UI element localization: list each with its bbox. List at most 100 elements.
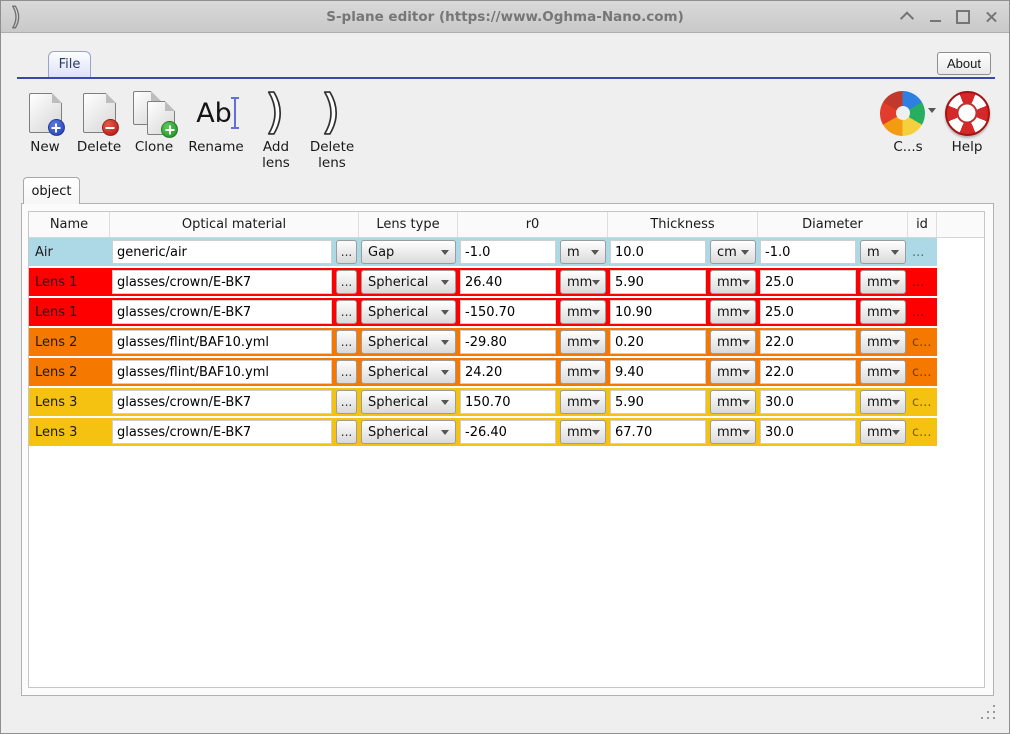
table-row: Lens 1 ... Spherical mm mm: [29, 268, 984, 296]
lens-type-select[interactable]: Spherical: [361, 330, 456, 354]
r0-unit-select[interactable]: mm: [560, 420, 606, 444]
browse-material-button[interactable]: ...: [336, 240, 357, 264]
colors-label: C...s: [893, 140, 922, 156]
diameter-input[interactable]: [760, 420, 856, 444]
new-button[interactable]: New: [19, 89, 71, 156]
r0-input[interactable]: [460, 300, 556, 324]
add-lens-button[interactable]: Add lens: [251, 89, 301, 171]
r0-unit-select[interactable]: mm: [560, 300, 606, 324]
r0-input[interactable]: [460, 420, 556, 444]
browse-cell: ...: [334, 268, 359, 296]
r0-unit-select[interactable]: m: [560, 240, 606, 264]
chevron-down-icon: [742, 340, 750, 345]
r0-input[interactable]: [460, 240, 556, 264]
clone-button[interactable]: Clone: [125, 89, 183, 156]
close-window-icon[interactable]: [983, 9, 999, 25]
lens-type-cell: Spherical: [359, 418, 458, 446]
thickness-unit-select[interactable]: mm: [710, 390, 756, 414]
lens-type-select[interactable]: Spherical: [361, 300, 456, 324]
chevron-down-icon: [891, 250, 899, 255]
optical-material-input[interactable]: [112, 300, 332, 324]
optical-material-input[interactable]: [112, 390, 332, 414]
thickness-unit-select[interactable]: cm: [710, 240, 756, 264]
diameter-input[interactable]: [760, 240, 856, 264]
r0-unit-select[interactable]: mm: [560, 390, 606, 414]
browse-material-button[interactable]: ...: [336, 300, 357, 324]
diameter-unit-select[interactable]: mm: [860, 390, 906, 414]
help-button[interactable]: Help: [939, 89, 995, 156]
r0-input[interactable]: [460, 390, 556, 414]
r0-input[interactable]: [460, 330, 556, 354]
chevron-down-icon: [441, 370, 449, 375]
row-name-cell: Lens 1: [29, 268, 110, 296]
diameter-unit-select[interactable]: mm: [860, 330, 906, 354]
thickness-input[interactable]: [610, 420, 706, 444]
thickness-input[interactable]: [610, 240, 706, 264]
thickness-unit-select[interactable]: mm: [710, 420, 756, 444]
thickness-input[interactable]: [610, 330, 706, 354]
thickness-unit-select[interactable]: mm: [710, 270, 756, 294]
r0-unit-select[interactable]: mm: [560, 330, 606, 354]
colors-button[interactable]: C...s: [877, 89, 939, 156]
minimize-window-icon[interactable]: [927, 9, 943, 25]
thickness-input[interactable]: [610, 270, 706, 294]
lens-type-select[interactable]: Spherical: [361, 270, 456, 294]
resize-grip[interactable]: [981, 705, 995, 719]
optical-material-input[interactable]: [112, 420, 332, 444]
about-button[interactable]: About: [937, 52, 991, 75]
thickness-input[interactable]: [610, 390, 706, 414]
lens-type-select[interactable]: Spherical: [361, 420, 456, 444]
thickness-unit-select[interactable]: mm: [710, 300, 756, 324]
rename-button[interactable]: Ab Rename: [181, 89, 251, 156]
delete-button[interactable]: Delete: [71, 89, 127, 156]
diameter-input[interactable]: [760, 300, 856, 324]
table-row: Lens 2 ... Spherical mm mm: [29, 328, 984, 356]
r0-input[interactable]: [460, 270, 556, 294]
tab-object[interactable]: object: [23, 177, 80, 204]
diameter-unit-select[interactable]: m: [860, 240, 906, 264]
chevron-down-icon: [441, 430, 449, 435]
browse-material-button[interactable]: ...: [336, 420, 357, 444]
row-name-cell: Lens 3: [29, 418, 110, 446]
diameter-unit-select[interactable]: mm: [860, 270, 906, 294]
optical-material-input[interactable]: [112, 270, 332, 294]
r0-unit-select[interactable]: mm: [560, 360, 606, 384]
shade-window-icon[interactable]: [899, 9, 915, 25]
maximize-window-icon[interactable]: [955, 9, 971, 25]
header-lens-type: Lens type: [359, 212, 458, 237]
diameter-unit-select[interactable]: mm: [860, 300, 906, 324]
browse-material-button[interactable]: ...: [336, 360, 357, 384]
lens-type-select[interactable]: Gap: [361, 240, 456, 264]
optical-material-input[interactable]: [112, 360, 332, 384]
row-name-cell: Lens 2: [29, 328, 110, 356]
tab-file[interactable]: File: [48, 51, 91, 77]
chevron-down-icon: [592, 400, 600, 405]
table-row: Air ... Gap m cm: [29, 238, 984, 266]
lens-type-select[interactable]: Spherical: [361, 360, 456, 384]
diameter-input[interactable]: [760, 270, 856, 294]
new-label: New: [30, 140, 59, 156]
diameter-unit-select[interactable]: mm: [860, 360, 906, 384]
r0-cell: m: [458, 238, 608, 266]
browse-material-button[interactable]: ...: [336, 390, 357, 414]
lens-type-select[interactable]: Spherical: [361, 390, 456, 414]
row-id-cell: ...: [908, 268, 937, 296]
browse-material-button[interactable]: ...: [336, 330, 357, 354]
optical-material-input[interactable]: [112, 240, 332, 264]
thickness-input[interactable]: [610, 300, 706, 324]
row-filler: [937, 238, 984, 266]
optical-material-input[interactable]: [112, 330, 332, 354]
thickness-input[interactable]: [610, 360, 706, 384]
diameter-input[interactable]: [760, 390, 856, 414]
diameter-input[interactable]: [760, 360, 856, 384]
delete-lens-button[interactable]: Delete lens: [303, 89, 361, 171]
clone-documents-icon: [133, 89, 175, 137]
r0-unit-select[interactable]: mm: [560, 270, 606, 294]
diameter-input[interactable]: [760, 330, 856, 354]
thickness-unit-select[interactable]: mm: [710, 360, 756, 384]
browse-material-button[interactable]: ...: [336, 270, 357, 294]
thickness-unit-select[interactable]: mm: [710, 330, 756, 354]
diameter-unit-select[interactable]: mm: [860, 420, 906, 444]
r0-input[interactable]: [460, 360, 556, 384]
lens-type-cell: Spherical: [359, 268, 458, 296]
